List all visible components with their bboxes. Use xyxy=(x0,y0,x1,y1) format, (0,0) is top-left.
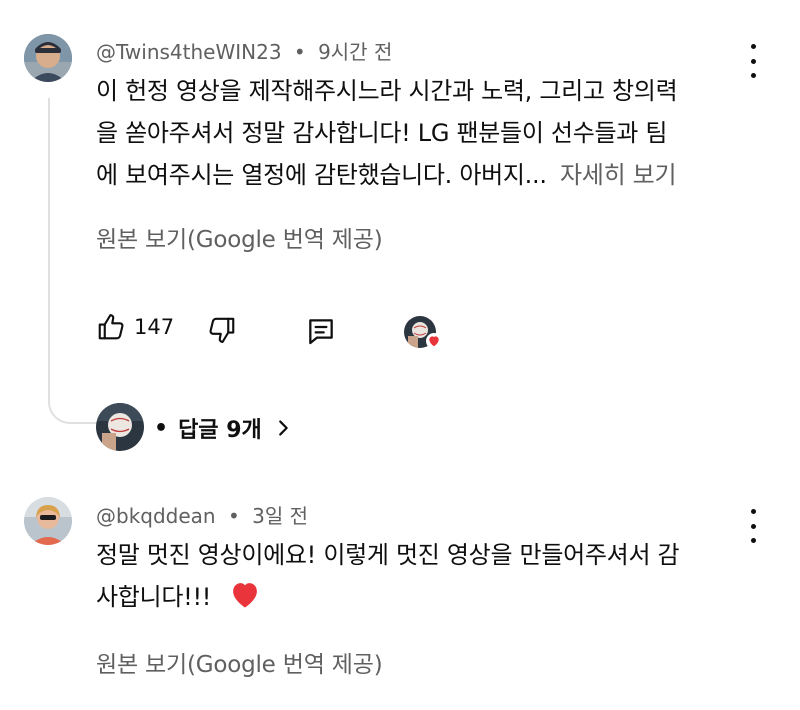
reply-avatar xyxy=(96,403,144,451)
creator-heart[interactable] xyxy=(404,316,444,354)
meta-separator: • xyxy=(154,415,169,441)
dislike-button[interactable] xyxy=(207,315,237,349)
comment-text: 정말 멋진 영상이에요! 이렇게 멋진 영상을 만들어주셔서 감 사합니다!!! xyxy=(96,534,756,622)
chevron-right-icon xyxy=(272,417,294,439)
heart-emoji-icon xyxy=(233,583,258,608)
avatar[interactable] xyxy=(24,34,72,82)
thumbs-down-icon xyxy=(207,315,237,345)
heart-emoji xyxy=(230,580,260,622)
comment-author[interactable]: @bkqddean xyxy=(96,504,216,528)
read-more-link[interactable]: 자세히 보기 xyxy=(560,161,677,189)
comment-text-line: 에 보여주시는 열정에 감탄했습니다. 아버지... xyxy=(96,161,547,189)
show-original-link[interactable]: 원본 보기(Google 번역 제공) xyxy=(96,645,383,679)
meta-separator: • xyxy=(293,40,306,64)
replies-count-label: 답글 9개 xyxy=(178,418,262,443)
meta-separator: • xyxy=(227,504,240,528)
comment-timestamp[interactable]: 9시간 전 xyxy=(318,40,392,64)
thumbs-up-icon xyxy=(96,312,126,342)
comment-text-line: 정말 멋진 영상이에요! 이렇게 멋진 영상을 만들어주셔서 감 xyxy=(96,541,680,569)
reply-icon xyxy=(305,315,337,347)
comment-timestamp[interactable]: 3일 전 xyxy=(252,504,308,528)
like-count: 147 xyxy=(134,315,175,339)
comment-text-line: 을 쏟아주셔서 정말 감사합니다! LG 팬분들이 선수들과 팀 xyxy=(96,119,668,147)
comment-author[interactable]: @Twins4theWIN23 xyxy=(96,40,282,64)
show-original-link[interactable]: 원본 보기(Google 번역 제공) xyxy=(96,220,383,254)
reply-button[interactable] xyxy=(305,315,337,351)
view-replies-button[interactable]: • 답글 9개 xyxy=(154,412,294,444)
comment-text-line: 이 헌정 영상을 제작해주시느라 시간과 노력, 그리고 창의력 xyxy=(96,77,678,105)
avatar[interactable] xyxy=(24,497,72,545)
comment-text-line: 사합니다!!! xyxy=(96,583,212,611)
creator-heart-icon xyxy=(426,333,442,349)
comment-text: 이 헌정 영상을 제작해주시느라 시간과 노력, 그리고 창의력 을 쏟아주셔서… xyxy=(96,70,756,196)
like-button[interactable]: 147 xyxy=(96,312,174,342)
